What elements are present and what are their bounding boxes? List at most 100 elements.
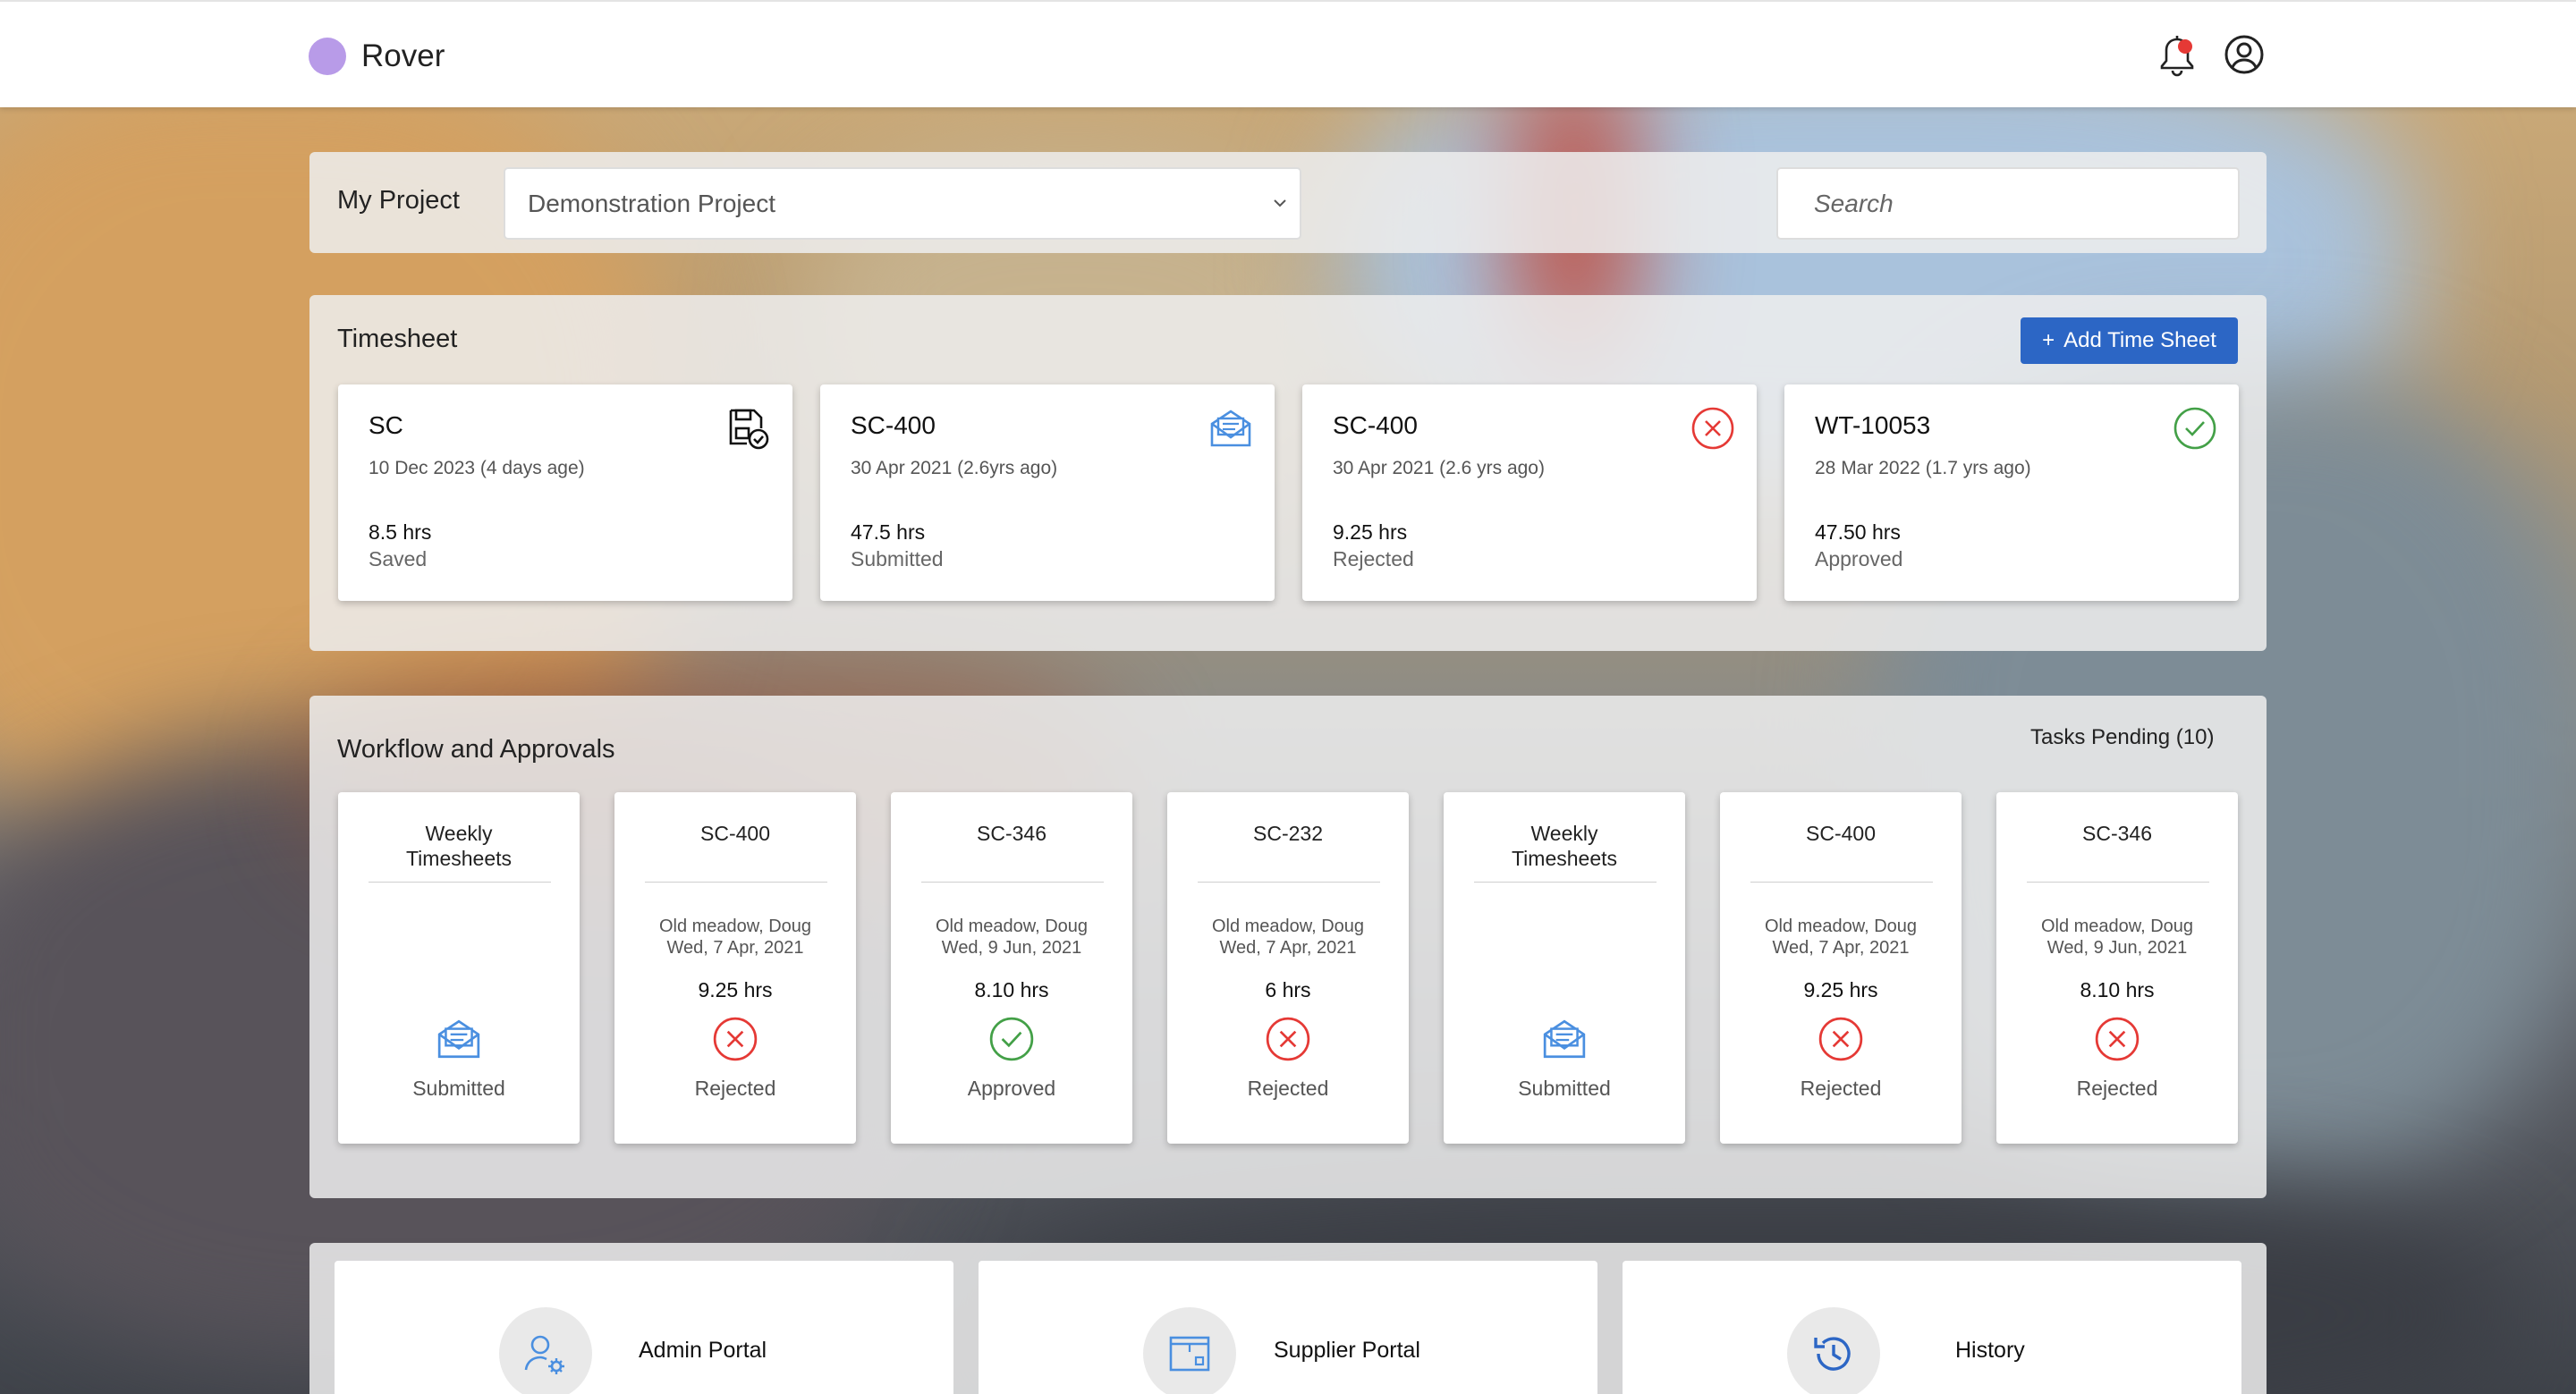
timesheet-date: 30 Apr 2021 (2.6 yrs ago) xyxy=(1333,458,1545,478)
admin-portal-card[interactable]: Admin Portal xyxy=(335,1261,953,1394)
workflow-card[interactable]: SC-400 Old meadow, Doug Wed, 7 Apr, 2021 … xyxy=(1720,792,1962,1144)
timesheet-card[interactable]: SC-400 30 Apr 2021 (2.6yrs ago) 47.5 hrs… xyxy=(820,384,1275,601)
workflow-card-date: Wed, 9 Jun, 2021 xyxy=(2046,938,2188,958)
workflow-card-person: Old meadow, Doug xyxy=(935,917,1089,936)
timesheet-card[interactable]: SC-400 30 Apr 2021 (2.6 yrs ago) 9.25 hr… xyxy=(1302,384,1757,601)
history-label: History xyxy=(1955,1338,2025,1363)
workflow-card[interactable]: SC-400 Old meadow, Doug Wed, 7 Apr, 2021 … xyxy=(614,792,856,1144)
timesheet-hours: 8.5 hrs xyxy=(369,520,432,544)
timesheet-card[interactable]: SC 10 Dec 2023 (4 days age) 8.5 hrs Save… xyxy=(338,384,792,601)
workflow-card[interactable]: SC-346 Old meadow, Doug Wed, 9 Jun, 2021 … xyxy=(1996,792,2238,1144)
timesheet-date: 30 Apr 2021 (2.6yrs ago) xyxy=(851,458,1058,478)
my-project-label: My Project xyxy=(337,186,460,215)
workflow-card-status: Rejected xyxy=(2076,1077,2158,1100)
timesheet-status: Submitted xyxy=(851,547,944,570)
workflow-card-person: Old meadow, Doug xyxy=(1764,917,1918,936)
x-circle-icon xyxy=(1266,1017,1310,1061)
timesheet-card[interactable]: WT-10053 28 Mar 2022 (1.7 yrs ago) 47.50… xyxy=(1784,384,2239,601)
user-gear-icon xyxy=(524,1335,564,1374)
plus-icon: + xyxy=(2042,328,2055,352)
x-circle-icon xyxy=(713,1017,758,1061)
workflow-card-title: SC-346 xyxy=(2082,822,2152,845)
supplier-portal-label: Supplier Portal xyxy=(1274,1338,1420,1363)
history-icon-bg xyxy=(1787,1307,1880,1394)
workflow-card-hours: 8.10 hrs xyxy=(974,978,1049,1001)
app-logo[interactable] xyxy=(309,38,346,75)
timesheet-hours: 47.50 hrs xyxy=(1815,520,1901,544)
workflow-card-status: Approved xyxy=(967,1077,1056,1100)
workflow-card-person: Old meadow, Doug xyxy=(2040,917,2194,936)
workflow-card-status: Rejected xyxy=(694,1077,776,1100)
workflow-card[interactable]: Weekly Timesheets Submitted xyxy=(338,792,580,1144)
envelope-open-icon xyxy=(437,1019,480,1059)
workflow-panel: Workflow and Approvals Tasks Pending (10… xyxy=(309,696,2267,1198)
history-icon xyxy=(1814,1337,1851,1371)
project-select-value: Demonstration Project xyxy=(528,190,776,217)
workflow-card-status: Submitted xyxy=(1518,1077,1611,1100)
workflow-card-title: Weekly Timesheets xyxy=(405,822,513,870)
add-timesheet-button[interactable]: + Add Time Sheet xyxy=(2021,317,2238,364)
workflow-card-date: Wed, 9 Jun, 2021 xyxy=(941,938,1082,958)
workflow-card[interactable]: SC-232 Old meadow, Doug Wed, 7 Apr, 2021 … xyxy=(1167,792,1409,1144)
timesheet-code: SC-400 xyxy=(851,411,936,439)
history-card[interactable]: History xyxy=(1623,1261,2241,1394)
timesheet-date: 28 Mar 2022 (1.7 yrs ago) xyxy=(1815,458,2031,478)
notification-dot xyxy=(2178,39,2192,54)
timesheet-date: 10 Dec 2023 (4 days age) xyxy=(369,458,585,478)
admin-portal-label: Admin Portal xyxy=(639,1338,767,1363)
add-timesheet-label: Add Time Sheet xyxy=(2063,328,2216,352)
workflow-card-hours: 9.25 hrs xyxy=(1803,978,1878,1001)
search-input[interactable] xyxy=(1776,167,2240,240)
workflow-card-date: Wed, 7 Apr, 2021 xyxy=(1772,938,1910,958)
supplier-portal-icon-bg xyxy=(1143,1307,1236,1394)
workflow-card-hours: 8.10 hrs xyxy=(2080,978,2155,1001)
envelope-open-icon xyxy=(1543,1019,1586,1059)
check-circle-icon xyxy=(989,1017,1034,1061)
workflow-card-title: SC-400 xyxy=(1806,822,1876,845)
workflow-card-title: Weekly Timesheets xyxy=(1511,822,1618,870)
workflow-card-status: Submitted xyxy=(412,1077,505,1100)
x-circle-icon xyxy=(1691,407,1734,450)
box-icon xyxy=(1169,1336,1210,1372)
timesheet-title: Timesheet xyxy=(337,325,458,353)
supplier-portal-card[interactable]: Supplier Portal xyxy=(979,1261,1597,1394)
tasks-pending[interactable]: Tasks Pending (10) xyxy=(2030,725,2214,750)
portals-panel: Admin Portal Supplier Portal History xyxy=(309,1243,2267,1394)
workflow-card[interactable]: Weekly Timesheets Submitted xyxy=(1444,792,1685,1144)
check-circle-icon xyxy=(2174,407,2216,450)
workflow-card-person: Old meadow, Doug xyxy=(1211,917,1365,936)
workflow-card-hours: 9.25 hrs xyxy=(698,978,773,1001)
workflow-title: Workflow and Approvals xyxy=(337,735,615,764)
chevron-down-icon xyxy=(1274,199,1286,207)
workflow-card-hours: 6 hrs xyxy=(1265,978,1311,1001)
timesheet-hours: 47.5 hrs xyxy=(851,520,926,544)
workflow-card[interactable]: SC-346 Old meadow, Doug Wed, 9 Jun, 2021 … xyxy=(891,792,1132,1144)
workflow-card-person: Old meadow, Doug xyxy=(658,917,812,936)
workflow-card-title: SC-400 xyxy=(700,822,770,845)
x-circle-icon xyxy=(1818,1017,1863,1061)
workflow-card-date: Wed, 7 Apr, 2021 xyxy=(1219,938,1357,958)
envelope-open-icon xyxy=(1210,410,1251,447)
workflow-card-status: Rejected xyxy=(1247,1077,1329,1100)
project-select[interactable]: Demonstration Project xyxy=(504,167,1301,240)
timesheet-status: Saved xyxy=(369,547,428,570)
timesheet-hours: 9.25 hrs xyxy=(1333,520,1408,544)
project-panel: My Project Demonstration Project xyxy=(309,152,2267,253)
timesheet-status: Approved xyxy=(1815,547,1903,570)
timesheet-panel: Timesheet + Add Time Sheet SC 10 Dec 2023… xyxy=(309,295,2267,651)
user-circle-icon[interactable] xyxy=(2224,34,2265,75)
save-check-icon xyxy=(729,409,769,450)
x-circle-icon xyxy=(2095,1017,2140,1061)
top-header: Rover xyxy=(0,0,2576,107)
workflow-card-date: Wed, 7 Apr, 2021 xyxy=(666,938,804,958)
workflow-card-title: SC-232 xyxy=(1253,822,1323,845)
bell-icon[interactable] xyxy=(2157,34,2198,79)
timesheet-code: WT-10053 xyxy=(1815,411,1931,439)
admin-portal-icon-bg xyxy=(499,1307,592,1394)
app-name[interactable]: Rover xyxy=(361,38,445,75)
workflow-card-title: SC-346 xyxy=(977,822,1046,845)
workflow-card-status: Rejected xyxy=(1800,1077,1882,1100)
timesheet-status: Rejected xyxy=(1333,547,1414,570)
timesheet-code: SC-400 xyxy=(1333,411,1418,439)
timesheet-code: SC xyxy=(369,411,403,439)
